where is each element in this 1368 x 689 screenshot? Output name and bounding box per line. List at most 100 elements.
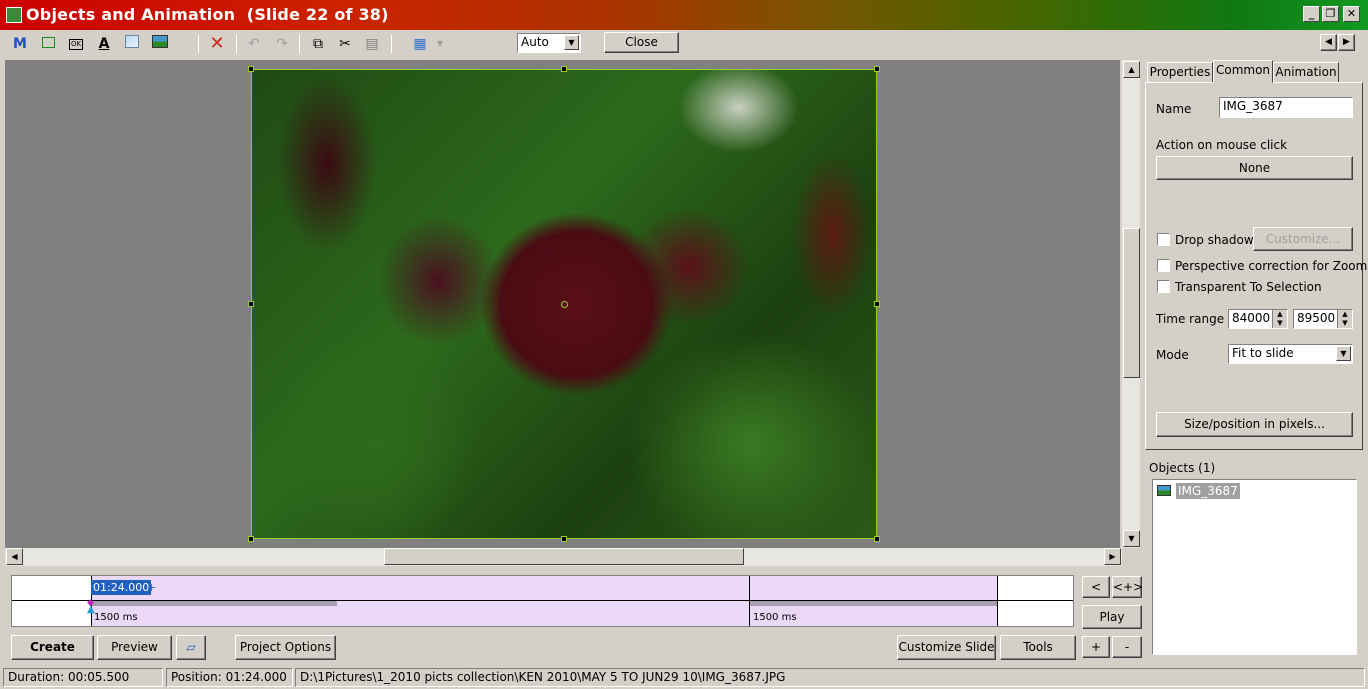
cut-icon[interactable]: ✂ [335, 34, 355, 54]
toolbar: M OK A ✕ ↶ ↷ ⧉ ✂ ▤ ▦ ▼ Auto ▼ Close ◀ ▶ [0, 30, 1368, 58]
zoom-value: Auto [521, 35, 549, 49]
list-item-label: IMG_3687 [1176, 483, 1240, 499]
mask-icon[interactable]: M [10, 34, 30, 54]
grid-dropdown-icon[interactable]: ▼ [430, 34, 450, 54]
duration-status: Duration: 00:05.500 [3, 668, 163, 687]
timeline-end-marker[interactable] [997, 576, 998, 626]
toolbar-separator [236, 35, 237, 53]
image-icon [1157, 485, 1171, 496]
chevron-down-icon[interactable]: ▼ [564, 35, 579, 50]
scroll-down-icon[interactable]: ▼ [1123, 530, 1140, 547]
restore-button[interactable]: ❐ [1322, 6, 1339, 22]
objects-list[interactable]: IMG_3687 [1152, 479, 1357, 655]
center-point[interactable] [561, 301, 568, 308]
paste-icon[interactable]: ▤ [362, 34, 382, 54]
action-button[interactable]: None [1156, 156, 1353, 180]
timeline[interactable]: 01:24.000 + ◆ ▲ 1500 ms 1500 ms [11, 575, 1074, 627]
copy-icon[interactable]: ⧉ [308, 34, 328, 54]
redo-icon[interactable]: ↷ [272, 34, 292, 54]
scroll-up-icon[interactable]: ▲ [1123, 61, 1140, 78]
toolbar-separator [391, 35, 392, 53]
fade-in-duration: 1500 ms [94, 612, 138, 623]
close-window-button[interactable]: ✕ [1343, 6, 1360, 22]
time-start-spinner[interactable]: ▲ ▼ [1272, 310, 1287, 328]
mode-select[interactable]: Fit to slide ▼ [1228, 344, 1353, 364]
timeline-marker[interactable] [749, 576, 750, 626]
time-end-spinner[interactable]: ▲ ▼ [1337, 310, 1352, 328]
vertical-scroll-thumb[interactable] [1123, 228, 1140, 378]
customize-button[interactable]: Customize... [1253, 227, 1353, 251]
drop-shadow-checkbox[interactable] [1157, 233, 1170, 246]
text-icon[interactable]: A [94, 34, 114, 54]
chevron-down-icon[interactable]: ▼ [1336, 346, 1351, 361]
close-button[interactable]: Close [604, 32, 679, 53]
name-label: Name [1156, 102, 1192, 116]
grid-icon[interactable]: ▦ [410, 34, 430, 54]
app-icon [6, 7, 22, 23]
tab-common[interactable]: Common [1213, 60, 1273, 83]
toolbar-separator [198, 35, 199, 53]
transparent-label: Transparent To Selection [1175, 280, 1322, 294]
scroll-right-icon[interactable]: ▶ [1104, 548, 1121, 565]
position-status: Position: 01:24.000 [166, 668, 293, 687]
image-icon[interactable] [150, 34, 170, 54]
time-start-field[interactable]: 84000 ▲ ▼ [1228, 309, 1288, 329]
zoom-out-button[interactable]: - [1112, 636, 1142, 658]
resize-handle[interactable] [248, 66, 254, 72]
delete-icon[interactable]: ✕ [207, 34, 227, 54]
objects-label: Objects (1) [1149, 461, 1216, 475]
mode-value: Fit to slide [1232, 346, 1294, 360]
next-slide-button[interactable]: ▶ [1338, 34, 1355, 51]
zoom-select[interactable]: Auto ▼ [517, 33, 581, 53]
size-position-button[interactable]: Size/position in pixels... [1156, 412, 1353, 437]
transparent-checkbox[interactable] [1157, 280, 1170, 293]
window-title: Objects and Animation (Slide 22 of 38) [26, 5, 389, 24]
fade-out-duration: 1500 ms [753, 612, 797, 623]
timeline-fade-out [749, 601, 997, 606]
time-start-value: 84000 [1232, 311, 1271, 325]
perspective-label: Perspective correction for Zoom [1175, 259, 1368, 273]
project-options-button[interactable]: Project Options [235, 635, 336, 660]
timeline-position-label: 01:24.000 [91, 580, 152, 595]
vertical-scrollbar[interactable]: ▲ ▼ [1122, 60, 1140, 548]
frame-icon[interactable] [122, 34, 142, 54]
tab-animation[interactable]: Animation [1273, 62, 1339, 83]
customize-slide-button[interactable]: Customize Slide [897, 635, 996, 660]
resize-handle[interactable] [248, 536, 254, 542]
perspective-checkbox[interactable] [1157, 259, 1170, 272]
status-bar: Duration: 00:05.500 Position: 01:24.000 … [0, 667, 1368, 689]
resize-handle[interactable] [561, 66, 567, 72]
resize-handle[interactable] [874, 301, 880, 307]
tools-button[interactable]: Tools [1000, 635, 1076, 660]
mode-label: Mode [1156, 348, 1189, 362]
preview-button[interactable]: Preview [97, 635, 172, 660]
time-end-field[interactable]: 89500 ▲ ▼ [1293, 309, 1353, 329]
resize-handle[interactable] [874, 536, 880, 542]
resize-handle[interactable] [874, 66, 880, 72]
play-button[interactable]: Play [1082, 605, 1142, 629]
scroll-left-icon[interactable]: ◀ [6, 548, 23, 565]
resize-handle[interactable] [248, 301, 254, 307]
undo-icon[interactable]: ↶ [244, 34, 264, 54]
prev-keyframe-button[interactable]: < [1082, 576, 1110, 598]
action-label: Action on mouse click [1156, 138, 1288, 152]
button-icon[interactable]: OK [66, 34, 86, 54]
name-field[interactable]: IMG_3687 [1219, 97, 1353, 118]
create-button[interactable]: Create [11, 635, 94, 660]
rectangle-icon[interactable] [38, 34, 58, 54]
zoom-in-button[interactable]: + [1082, 636, 1110, 658]
resize-handle[interactable] [561, 536, 567, 542]
previous-slide-button[interactable]: ◀ [1320, 34, 1337, 51]
horizontal-scrollbar[interactable]: ◀ ▶ [5, 548, 1122, 566]
title-bar: Objects and Animation (Slide 22 of 38) _… [0, 0, 1368, 30]
timeline-fade-in [91, 601, 337, 606]
tab-properties[interactable]: Properties [1147, 62, 1213, 83]
minimize-button[interactable]: _ [1303, 6, 1320, 22]
time-range-label: Time range [1156, 312, 1225, 326]
full-preview-icon[interactable]: ▱ [176, 635, 206, 660]
drop-shadow-label: Drop shadow [1175, 233, 1254, 247]
plus-icon[interactable]: + [147, 581, 156, 594]
horizontal-scroll-thumb[interactable] [384, 548, 744, 565]
add-keyframe-button[interactable]: <+> [1112, 576, 1143, 598]
time-end-value: 89500 [1297, 311, 1336, 325]
